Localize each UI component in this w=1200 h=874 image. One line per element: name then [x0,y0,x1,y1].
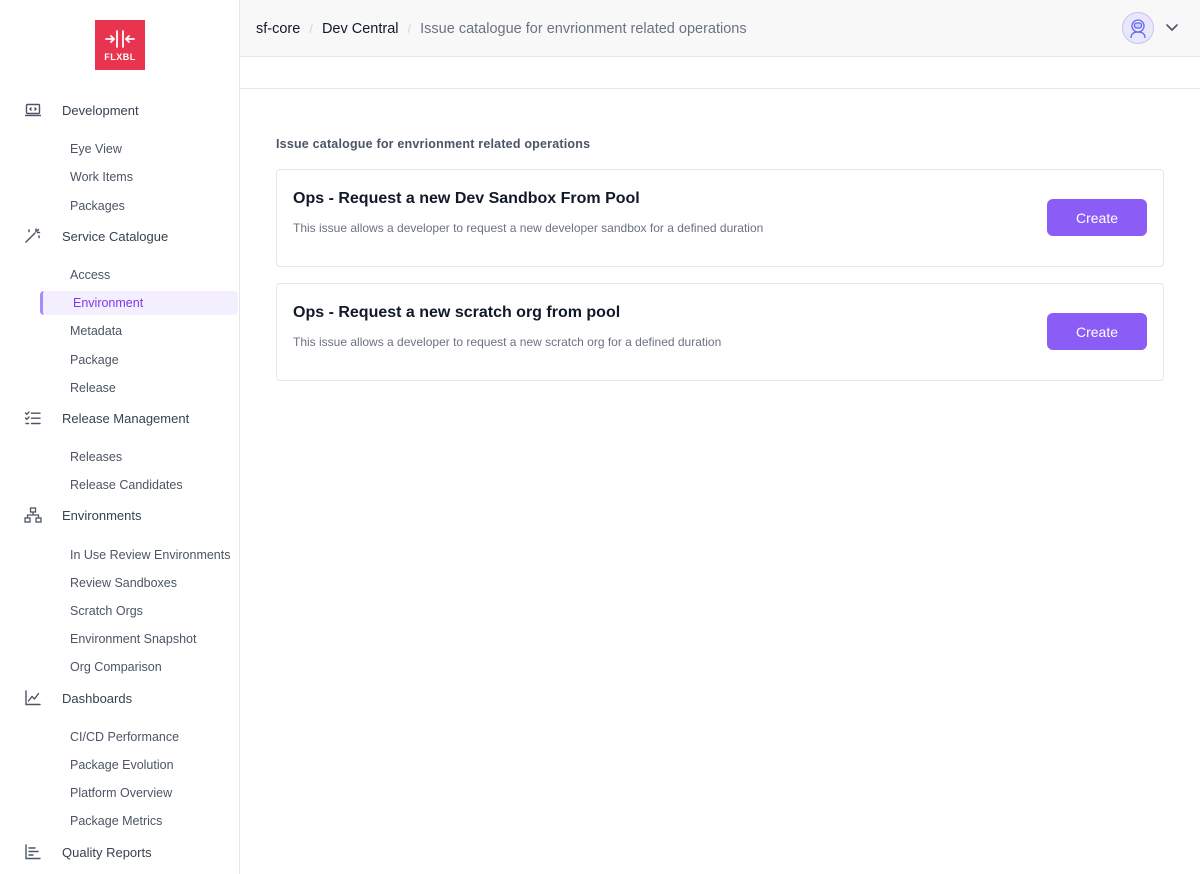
create-button[interactable]: Create [1047,199,1147,236]
sidebar-item-label: Platform Overview [70,786,173,800]
sidebar-item-label: CI/CD Performance [70,730,180,744]
user-avatar[interactable] [1122,12,1154,44]
nav-section-service-catalogue[interactable]: Service Catalogue [0,223,239,249]
breadcrumb: sf-core / Dev Central / Issue catalogue … [256,0,747,57]
line-chart-icon [25,690,41,706]
breadcrumb-separator: / [407,21,412,36]
sidebar-item-metadata[interactable]: Metadata [40,319,238,343]
nav-section-development[interactable]: Development [0,97,239,123]
sidebar-item-label: Package Evolution [70,758,174,772]
sidebar-item-label: Access [70,268,111,282]
sidebar-item-label: Environment [73,296,144,310]
laptop-code-icon [25,103,41,117]
nav-section-label: Quality Reports [62,844,152,860]
nav-section-label: Dashboards [62,690,133,706]
sidebar-item-org-comparison[interactable]: Org Comparison [40,655,238,679]
sidebar-item-label: Packages [70,199,125,213]
sidebar-item-environment[interactable]: Environment [40,291,238,315]
sidebar-item-releases[interactable]: Releases [40,445,238,469]
sidebar-item-label: Scratch Orgs [70,604,143,618]
sidebar: FLXBL Development Eye View Work Items Pa… [0,0,240,874]
sub-header-bar [240,57,1200,89]
flxbl-logo[interactable]: FLXBL [95,20,145,70]
nav-section-quality-reports[interactable]: Quality Reports [0,839,239,865]
magic-wand-icon [25,228,41,243]
card-description: This issue allows a developer to request… [293,221,764,235]
sidebar-item-label: Org Comparison [70,660,162,674]
sidebar-item-eye-view[interactable]: Eye View [40,137,238,161]
sidebar-item-label: Releases [70,450,123,464]
astronaut-avatar-icon [1130,19,1146,39]
sidebar-item-in-use-review-environments[interactable]: In Use Review Environments [40,543,238,567]
nav-section-label: Service Catalogue [62,228,169,244]
nav-section-label: Environments [62,507,142,523]
sidebar-item-review-sandboxes[interactable]: Review Sandboxes [40,571,238,595]
sidebar-item-packages[interactable]: Packages [40,194,238,218]
sidebar-item-label: Environment Snapshot [70,632,197,646]
bar-chart-icon [25,844,41,860]
logo-text: FLXBL [104,52,136,62]
sidebar-item-scratch-orgs[interactable]: Scratch Orgs [40,599,238,623]
sidebar-item-package[interactable]: Package [40,348,238,372]
sidebar-item-access[interactable]: Access [40,263,238,287]
catalogue-card-dev-sandbox: Ops - Request a new Dev Sandbox From Poo… [276,169,1164,267]
sidebar-item-package-metrics[interactable]: Package Metrics [40,809,238,833]
sidebar-item-release-candidates[interactable]: Release Candidates [40,473,238,497]
sidebar-item-platform-overview[interactable]: Platform Overview [40,781,238,805]
breadcrumb-separator: / [309,21,313,36]
nav-section-dashboards[interactable]: Dashboards [0,685,239,711]
checklist-icon [24,411,41,425]
sidebar-item-label: Package Metrics [70,814,163,828]
card-title: Ops - Request a new scratch org from poo… [293,304,621,321]
sidebar-item-label: Review Sandboxes [70,576,178,590]
nav-section-label: Development [62,102,139,118]
sidebar-item-label: Eye View [70,142,122,156]
logo-arrows-icon [105,30,135,48]
card-description: This issue allows a developer to request… [293,335,722,349]
nav-section-label: Release Management [62,410,190,426]
sidebar-item-package-evolution[interactable]: Package Evolution [40,753,238,777]
breadcrumb-item-project[interactable]: sf-core [256,21,300,37]
sidebar-item-release[interactable]: Release [40,376,238,400]
sidebar-item-label: Metadata [70,324,123,338]
sidebar-item-label: Release Candidates [70,478,183,492]
page-title: Issue catalogue for envrionment related … [276,137,591,151]
sidebar-item-work-items[interactable]: Work Items [40,165,238,189]
sidebar-item-label: Package [70,353,119,367]
sidebar-item-cicd-performance[interactable]: CI/CD Performance [40,725,238,749]
create-button[interactable]: Create [1047,313,1147,350]
sidebar-item-label: Work Items [70,170,133,184]
sidebar-item-label: In Use Review Environments [70,548,231,562]
nav-section-release-management[interactable]: Release Management [0,405,239,431]
catalogue-card-scratch-org: Ops - Request a new scratch org from poo… [276,283,1164,381]
chevron-down-icon[interactable] [1164,19,1180,35]
top-bar: sf-core / Dev Central / Issue catalogue … [240,0,1200,57]
nav-section-environments[interactable]: Environments [0,502,239,528]
sidebar-item-label: Release [70,381,116,395]
breadcrumb-item-section[interactable]: Dev Central [322,21,399,37]
network-icon [24,507,42,523]
sidebar-item-environment-snapshot[interactable]: Environment Snapshot [40,627,238,651]
card-title: Ops - Request a new Dev Sandbox From Poo… [293,190,640,207]
breadcrumb-item-current: Issue catalogue for envrionment related … [420,20,747,37]
